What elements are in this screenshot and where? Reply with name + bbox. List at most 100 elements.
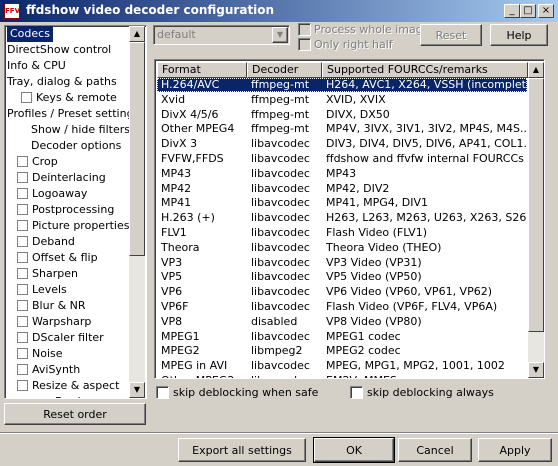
sidebar-item[interactable]: Info & CPU <box>7 58 66 74</box>
sidebar-item-checkbox[interactable] <box>17 348 28 359</box>
sidebar-tree[interactable]: Codecs DirectShow control Info & CPU Tray, … <box>4 25 147 399</box>
footer-divider <box>0 432 558 434</box>
table-row[interactable]: H.264/AVC ffmpeg-mt H264, AVC1, X264, VSSH… <box>157 78 527 92</box>
sidebar-item-label: Deband <box>32 235 75 248</box>
skip-deblocking-always-label: skip deblocking always <box>367 386 494 399</box>
scroll-down-arrow-icon[interactable]: ▼ <box>129 382 145 398</box>
minimize-button[interactable]: _ <box>504 4 520 18</box>
preset-value: default <box>157 28 196 41</box>
sidebar-item-checkbox[interactable] <box>17 332 28 343</box>
sidebar-item-checkbox[interactable] <box>17 300 28 311</box>
table-row[interactable]: Theora libavcodec Theora Video (THEO) <box>157 241 527 255</box>
scroll-up-arrow-icon[interactable]: ▲ <box>528 62 544 78</box>
scroll-down-arrow-icon[interactable]: ▼ <box>528 362 544 378</box>
cell-format: VP3 <box>161 255 183 269</box>
skip-deblocking-safe-label: skip deblocking when safe <box>173 386 319 399</box>
sidebar-item-checkbox[interactable] <box>17 236 28 247</box>
sidebar-item-checkbox[interactable] <box>17 204 28 215</box>
reset-order-button[interactable]: Reset order <box>4 403 146 425</box>
skip-deblocking-always-checkbox[interactable] <box>350 386 363 399</box>
table-row[interactable]: FLV1 libavcodec Flash Video (FLV1) <box>157 226 527 240</box>
only-right-half-checkbox[interactable] <box>298 38 311 51</box>
cell-fourccs: MP41, MPG4, DIV1 <box>326 196 428 210</box>
cell-format: Theora <box>161 240 200 254</box>
cell-fourccs: MP42, DIV2 <box>326 181 390 195</box>
cell-format: DivX 3 <box>161 137 198 151</box>
cell-format: MPEG in AVI <box>161 359 228 373</box>
codec-list-scrollbar[interactable]: ▲ ▼ <box>528 62 544 378</box>
table-row[interactable]: DivX 3 libavcodec DIV3, DIV4, DIV5, DIV6, … <box>157 137 527 151</box>
reset-button[interactable]: Reset <box>420 24 482 46</box>
table-row[interactable]: MP42 libavcodec MP42, DIV2 <box>157 182 527 196</box>
table-row[interactable]: MP41 libavcodec MP41, MPG4, DIV1 <box>157 196 527 210</box>
sidebar-item-checkbox[interactable] <box>17 380 28 391</box>
sidebar-item-checkbox[interactable] <box>17 284 28 295</box>
codec-list-scroll-thumb[interactable] <box>528 78 544 332</box>
chevron-down-icon[interactable]: ▼ <box>272 27 288 43</box>
cell-fourccs: DIVX, DX50 <box>326 107 390 121</box>
table-row[interactable]: VP6 libavcodec VP6 Video (VP60, VP61, VP62… <box>157 285 527 299</box>
close-button[interactable]: × <box>538 4 554 18</box>
sidebar-item[interactable]: Decoder options <box>31 138 121 154</box>
sidebar-item-checkbox[interactable] <box>17 316 28 327</box>
sidebar-item[interactable]: Codecs <box>7 26 53 42</box>
apply-button[interactable]: Apply <box>478 438 552 462</box>
sidebar-item-checkbox[interactable] <box>17 252 28 263</box>
sidebar-item[interactable]: Show / hide filters <box>31 122 130 138</box>
sidebar-item-checkbox[interactable] <box>17 188 28 199</box>
table-row[interactable]: VP6F libavcodec Flash Video (VP6F, FLV4, V… <box>157 300 527 314</box>
cell-format: FVFW,FFDS <box>161 152 224 165</box>
sidebar-item-label: Levels <box>32 283 67 296</box>
table-row[interactable]: MPEG1 libavcodec MPEG1 codec <box>157 330 527 344</box>
table-row[interactable]: DivX 4/5/6 ffmpeg-mt DIVX, DX50 <box>157 108 527 122</box>
sidebar-scroll-thumb[interactable] <box>129 42 145 256</box>
preset-dropdown[interactable]: default ▼ <box>153 25 290 45</box>
cell-decoder: libavcodec <box>251 226 310 239</box>
sidebar-item-checkbox[interactable] <box>17 364 28 375</box>
title-bar[interactable]: FFV ffdshow video decoder configuration … <box>0 0 558 22</box>
column-header-format[interactable]: Format <box>157 62 247 78</box>
maximize-button[interactable]: □ <box>520 4 536 18</box>
sidebar-item-label: Logoaway <box>32 187 88 200</box>
sidebar-scrollbar[interactable]: ▲ ▼ <box>129 26 145 398</box>
cell-fourccs: ffdshow and ffvfw internal FOURCCs <box>326 152 524 165</box>
table-row[interactable]: Xvid ffmpeg-mt XVID, XVIX <box>157 93 527 107</box>
sidebar-item-checkbox[interactable] <box>17 172 28 183</box>
help-button[interactable]: Help <box>490 24 548 46</box>
table-row[interactable]: VP3 libavcodec VP3 Video (VP31) <box>157 256 527 270</box>
sidebar-item-checkbox[interactable] <box>17 156 28 167</box>
sidebar-item[interactable]: Tray, dialog & paths <box>7 74 117 90</box>
table-row[interactable]: MP43 libavcodec MP43 <box>157 167 527 181</box>
sidebar-item[interactable]: DirectShow control <box>7 42 111 58</box>
table-row[interactable]: VP8 disabled VP8 Video (VP80) <box>157 315 527 329</box>
sidebar-item[interactable]: Profiles / Preset settings <box>7 106 139 122</box>
codec-list[interactable]: Format Decoder Supported FOURCCs/remarks… <box>154 59 545 379</box>
column-header-fourccs[interactable]: Supported FOURCCs/remarks <box>322 62 528 78</box>
ok-button[interactable]: OK <box>313 437 395 463</box>
table-row[interactable]: H.263 (+) libavcodec H263, L263, M263, U26… <box>157 211 527 225</box>
sidebar-item-label: DScaler filter <box>32 331 104 344</box>
table-row[interactable]: Other MPEG4 ffmpeg-mt MP4V, 3IVX, 3IV1, 3I… <box>157 122 527 136</box>
sidebar-item-checkbox[interactable] <box>21 92 32 103</box>
cell-fourccs: MP4V, 3IVX, 3IV1, 3IV2, MP4S, M4S... <box>326 122 527 136</box>
sidebar-item-checkbox[interactable] <box>17 268 28 279</box>
table-row[interactable]: Other MPEG2libavcodecEM2V, MMES <box>157 374 527 378</box>
table-row[interactable]: MPEG in AVI libavcodec MPEG, MPG1, MPG2, 1… <box>157 359 527 373</box>
table-row[interactable]: MPEG2 libmpeg2 MPEG2 codec <box>157 344 527 358</box>
column-header-decoder[interactable]: Decoder <box>247 62 322 78</box>
table-row[interactable]: FVFW,FFDS libavcodec ffdshow and ffvfw int… <box>157 152 527 166</box>
process-whole-image-checkbox[interactable] <box>298 23 311 36</box>
cancel-button[interactable]: Cancel <box>398 438 472 462</box>
export-all-settings-button[interactable]: Export all settings <box>178 438 306 462</box>
sidebar-item-label: Show / hide filters <box>31 123 130 136</box>
sidebar-item-checkbox[interactable] <box>17 220 28 231</box>
skip-deblocking-safe-checkbox[interactable] <box>156 386 169 399</box>
sidebar-item-label: Info & CPU <box>7 59 66 72</box>
sidebar-item-label: Resize & aspect <box>32 379 120 392</box>
scroll-up-arrow-icon[interactable]: ▲ <box>129 26 145 42</box>
cell-decoder: ffmpeg-mt <box>251 92 310 106</box>
sidebar-item[interactable]: Borders <box>55 394 98 398</box>
cell-fourccs: H264, AVC1, X264, VSSH (incomplet... <box>326 78 527 91</box>
table-row[interactable]: VP5 libavcodec VP5 Video (VP50) <box>157 270 527 284</box>
ffdshow-app-icon: FFV <box>4 3 20 19</box>
